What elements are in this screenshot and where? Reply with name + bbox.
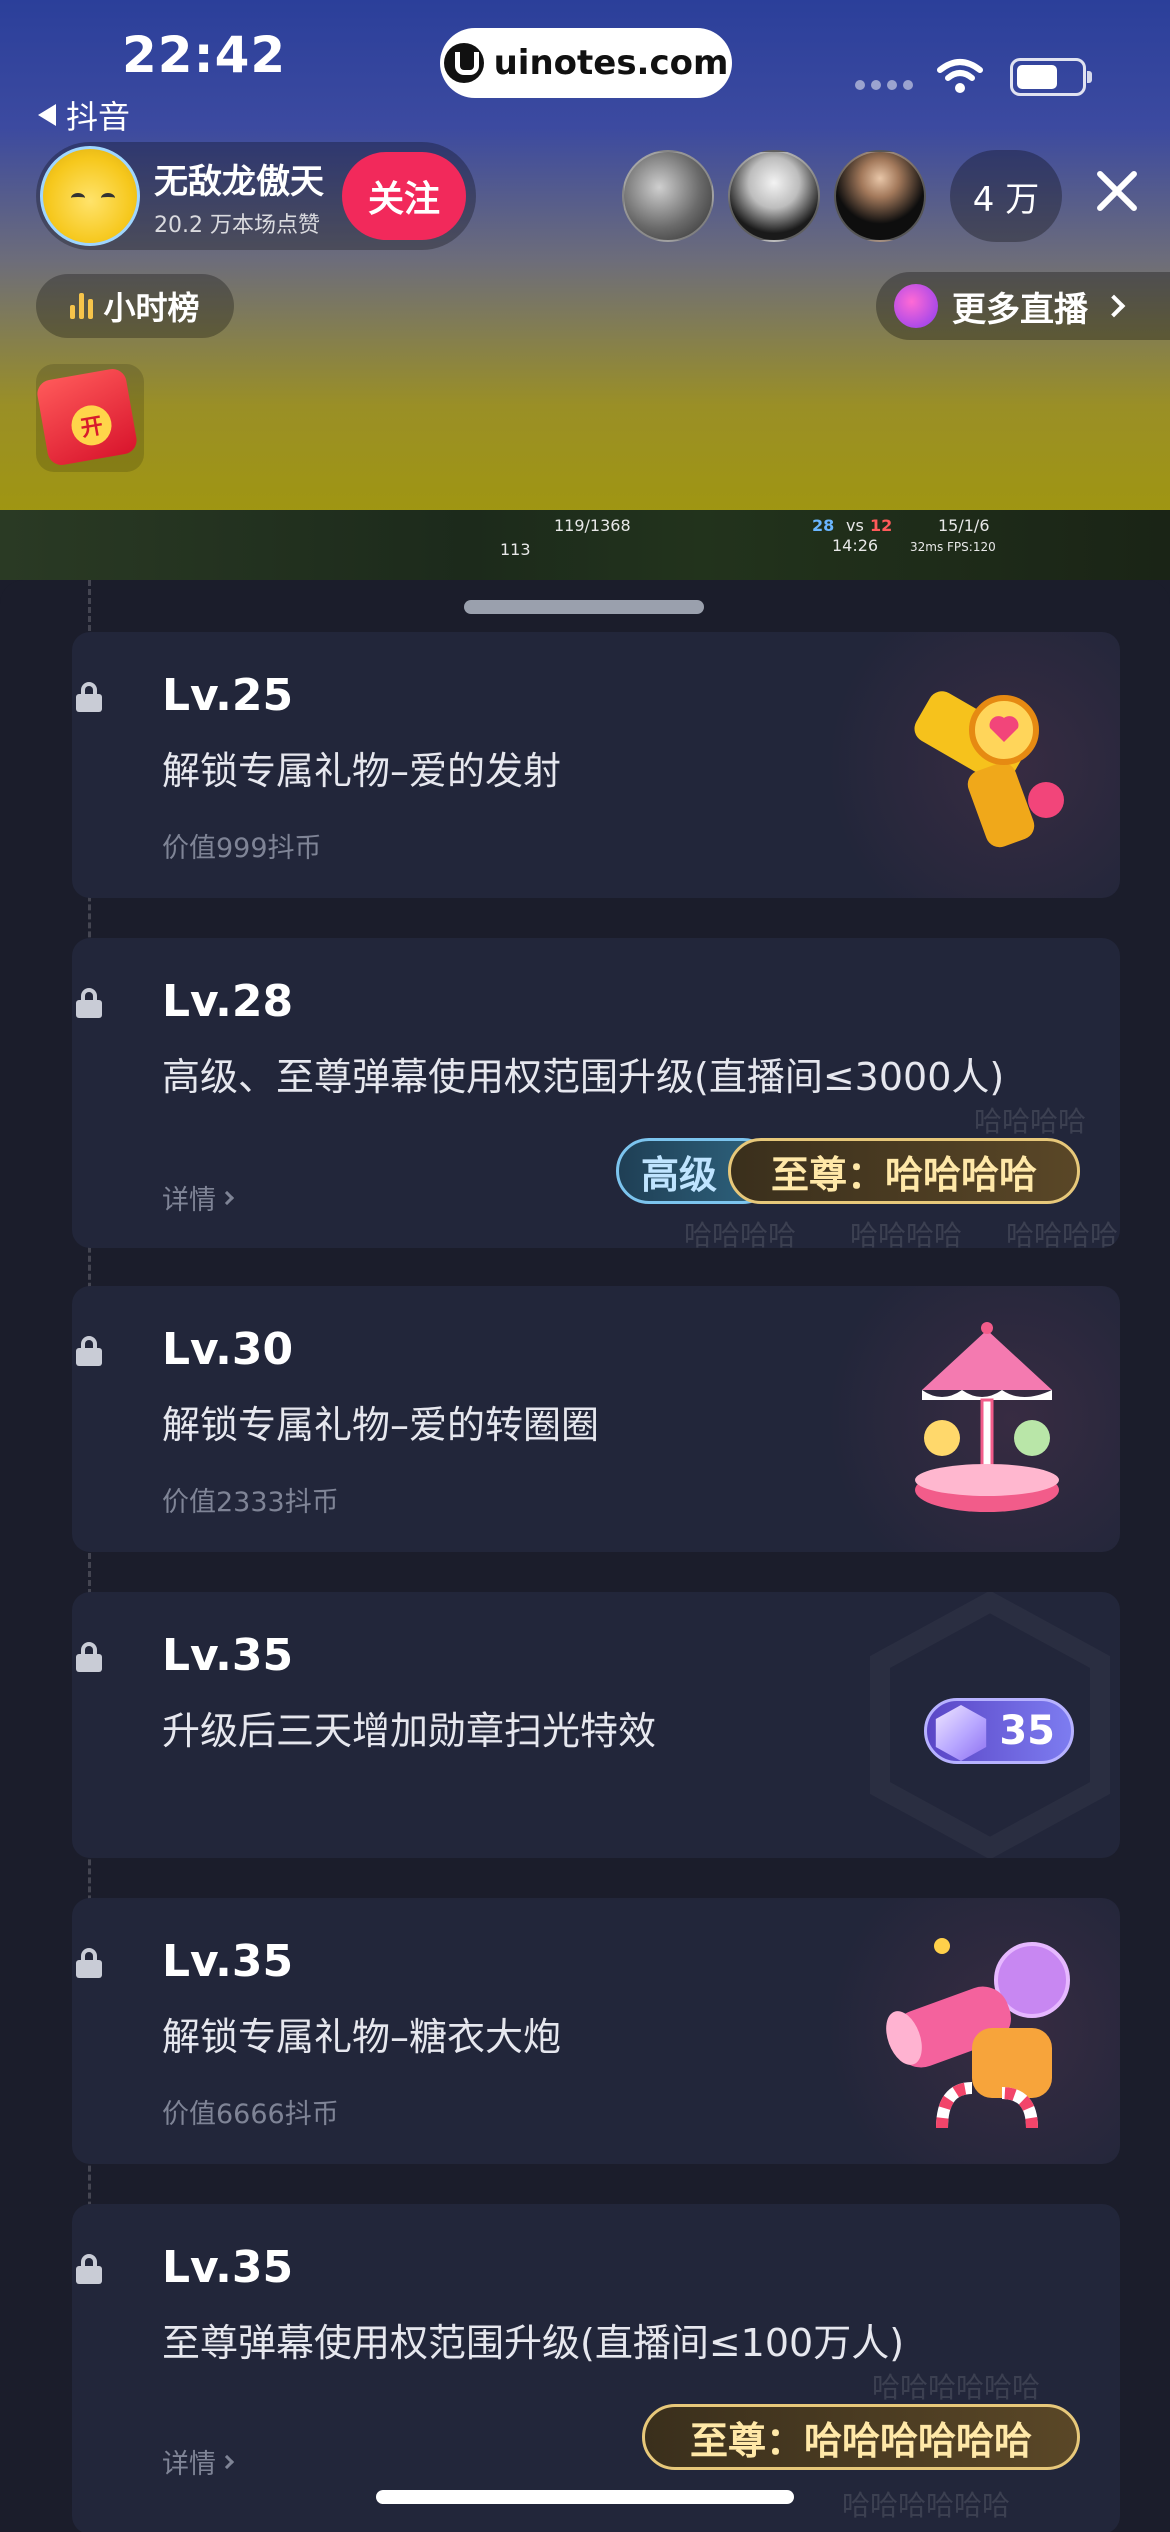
level-card: Lv.35 解锁专属礼物–糖衣大炮 价值6666抖币 — [72, 1898, 1120, 2164]
game-score-red: 12 — [870, 516, 893, 535]
game-hp: 119/1368 — [554, 516, 631, 535]
chevron-right-icon — [219, 1190, 235, 1205]
status-time: 22:42 — [122, 26, 287, 84]
level-desc: 升级后三天增加勋章扫光特效 — [162, 1709, 657, 1753]
gift-value: 价值2333抖币 — [162, 1487, 339, 1518]
hour-rank-label: 小时榜 — [103, 289, 200, 327]
viewer-avatar[interactable] — [834, 150, 926, 242]
wifi-icon — [937, 59, 983, 93]
rank-bars-icon — [70, 293, 94, 319]
chevron-right-icon — [1102, 294, 1126, 318]
site-logo-icon — [443, 43, 484, 83]
lock-icon — [74, 1948, 104, 1978]
cellular-signal-icon — [855, 80, 913, 90]
level-label: Lv.35 — [162, 2242, 294, 2293]
top-viewers[interactable] — [622, 150, 926, 242]
game-time: 14:26 — [832, 536, 879, 555]
badge-gem-icon — [935, 1705, 987, 1761]
hour-rank-button[interactable]: 小时榜 — [36, 274, 234, 338]
level-card: Lv.28 高级、至尊弹幕使用权范围升级(直播间≤3000人) 详情 哈哈哈哈 … — [72, 938, 1120, 1248]
game-gold: 113 — [500, 540, 531, 559]
danmaku-watermark: 哈哈哈哈 — [1006, 1219, 1119, 1248]
host-avatar[interactable] — [40, 146, 140, 246]
level-label: Lv.30 — [162, 1324, 294, 1375]
back-to-app-button[interactable]: 抖音 — [38, 92, 130, 138]
lock-icon — [74, 1642, 104, 1672]
level-card: Lv.35 升级后三天增加勋章扫光特效 35 — [72, 1592, 1120, 1858]
candy-cannon-gift-icon — [886, 1938, 1070, 2129]
game-video-strip: 119/1368 113 28 vs 12 14:26 15/1/6 32ms … — [0, 510, 1170, 580]
carousel-gift-icon — [915, 1322, 1059, 1512]
back-arrow-icon — [38, 104, 56, 126]
status-bar: 22:42 抖音 uinotes.com — [0, 0, 1170, 140]
level-label: Lv.35 — [162, 1936, 294, 1987]
level-label: Lv.25 — [162, 670, 294, 721]
follow-button[interactable]: 关注 — [342, 152, 466, 240]
danmaku-watermark: 哈哈哈哈哈哈 — [842, 2489, 1011, 2522]
danmaku-watermark: 哈哈哈哈哈哈 — [872, 2371, 1041, 2404]
game-kda: 15/1/6 — [938, 516, 990, 535]
more-live-icon — [894, 284, 938, 328]
danmaku-watermark: 哈哈哈哈 — [684, 1219, 797, 1248]
lock-icon — [74, 682, 104, 712]
danmaku-watermark: 哈哈哈哈 — [850, 1219, 963, 1248]
details-label: 详情 — [162, 2449, 216, 2480]
viewer-avatar[interactable] — [728, 150, 820, 242]
details-label: 详情 — [162, 1185, 216, 1216]
url-pill: uinotes.com — [440, 28, 732, 98]
more-live-button[interactable]: 更多直播 — [876, 272, 1170, 340]
game-score-blue: 28 — [812, 516, 835, 535]
live-stream-header: 22:42 抖音 uinotes.com 无敌龙傲天 20.2 万本场点赞 关注… — [0, 0, 1170, 580]
home-indicator[interactable] — [376, 2490, 794, 2504]
level-card: Lv.25 解锁专属礼物–爱的发射 价值999抖币 — [72, 632, 1120, 898]
level-card: Lv.30 解锁专属礼物–爱的转圈圈 价值2333抖币 — [72, 1286, 1120, 1552]
sheet-grabber[interactable] — [464, 600, 704, 614]
host-likes: 20.2 万本场点赞 — [154, 212, 320, 238]
level-privileges-sheet[interactable]: Lv.25 解锁专属礼物–爱的发射 价值999抖币 Lv.28 高级、至尊弹幕使… — [0, 580, 1170, 2532]
details-link[interactable]: 详情 — [162, 1178, 235, 1217]
level-desc: 解锁专属礼物–爱的发射 — [162, 749, 562, 793]
level-label: Lv.28 — [162, 976, 294, 1027]
url-text: uinotes.com — [493, 43, 729, 83]
lock-icon — [74, 2254, 104, 2284]
red-packet-coin: 开 — [68, 402, 115, 449]
level-desc: 高级、至尊弹幕使用权范围升级(直播间≤3000人) — [162, 1055, 1005, 1099]
viewer-avatar[interactable] — [622, 150, 714, 242]
chevron-right-icon — [219, 2454, 235, 2469]
host-card[interactable]: 无敌龙傲天 20.2 万本场点赞 关注 — [36, 142, 476, 250]
level-card: Lv.35 至尊弹幕使用权范围升级(直播间≤100万人) 哈哈哈哈哈哈 哈哈哈哈… — [72, 2204, 1120, 2532]
more-live-label: 更多直播 — [952, 289, 1088, 330]
red-packet-icon: 开 — [35, 366, 139, 468]
battery-icon — [1010, 58, 1092, 96]
level-desc: 至尊弹幕使用权范围升级(直播间≤100万人) — [162, 2321, 905, 2365]
love-gun-gift-icon — [914, 691, 1064, 848]
host-name: 无敌龙傲天 — [154, 161, 324, 202]
lock-icon — [74, 1336, 104, 1366]
level-desc: 解锁专属礼物–爱的转圈圈 — [162, 1403, 600, 1447]
supreme-danmaku-pill: 至尊：哈哈哈哈哈哈 — [642, 2404, 1080, 2470]
details-link[interactable]: 详情 — [162, 2442, 235, 2481]
supreme-danmaku-pill: 至尊：哈哈哈哈 — [728, 1138, 1080, 1204]
game-fps: 32ms FPS:120 — [910, 540, 996, 554]
back-app-label: 抖音 — [66, 98, 131, 136]
level-label: Lv.35 — [162, 1630, 294, 1681]
game-vs: vs — [846, 516, 864, 535]
gift-value: 价值999抖币 — [162, 833, 322, 864]
gift-value: 价值6666抖币 — [162, 2099, 339, 2130]
danmaku-watermark: 哈哈哈哈 — [974, 1105, 1087, 1138]
lock-icon — [74, 988, 104, 1018]
close-icon[interactable] — [1086, 160, 1150, 224]
red-packet-button[interactable]: 开 — [35, 364, 144, 472]
level-badge: 35 — [924, 1698, 1074, 1764]
badge-number: 35 — [999, 1708, 1055, 1754]
level-desc: 解锁专属礼物–糖衣大炮 — [162, 2015, 562, 2059]
viewer-count-button[interactable]: 4 万 — [950, 150, 1062, 242]
